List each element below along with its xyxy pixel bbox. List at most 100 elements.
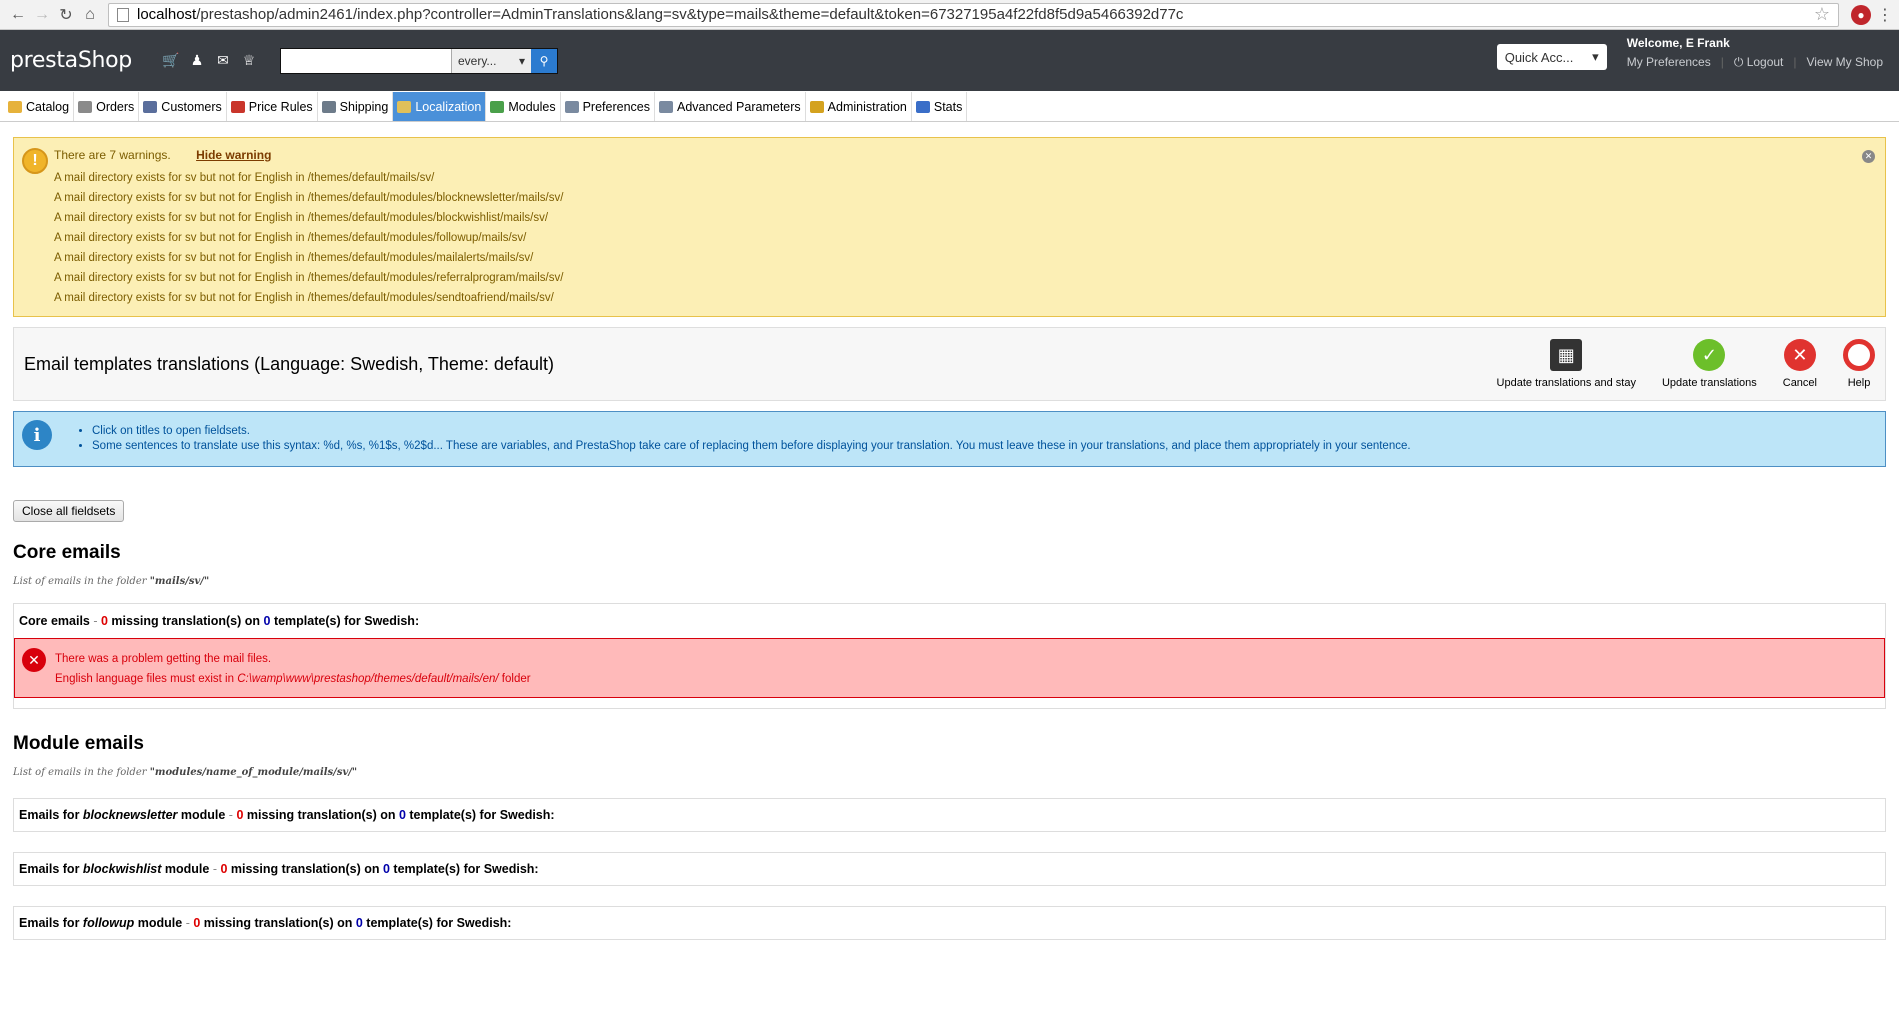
module-fieldset-blocknewsletter: Emails for blocknewsletter module - 0 mi… xyxy=(13,798,1886,832)
chevron-down-icon: ▾ xyxy=(1592,49,1599,64)
welcome-block: Welcome, E Frank My Preferences | ⏻ Logo… xyxy=(1627,36,1883,70)
warning-line: A mail directory exists for sv but not f… xyxy=(54,172,435,184)
home-icon[interactable]: ⌂ xyxy=(78,3,102,27)
browser-menu-icon[interactable]: ⋮ xyxy=(1877,5,1893,25)
warning-line: A mail directory exists for sv but not f… xyxy=(54,192,564,204)
tab-label: Modules xyxy=(508,99,556,114)
module-fieldset-title[interactable]: Emails for followup module - 0 missing t… xyxy=(14,907,1885,939)
tab-advanced-parameters[interactable]: Advanced Parameters xyxy=(655,92,806,121)
warning-line: A mail directory exists for sv but not f… xyxy=(54,252,534,264)
address-bar[interactable]: localhost/prestashop/admin2461/index.php… xyxy=(108,2,1839,27)
page-title: Email templates translations (Language: … xyxy=(24,353,554,374)
module-fieldsets: Emails for blocknewsletter module - 0 mi… xyxy=(13,798,1886,940)
help-button[interactable]: Help xyxy=(1843,339,1875,389)
tab-label: Price Rules xyxy=(248,99,313,114)
tab-administration[interactable]: Administration xyxy=(806,92,912,121)
tab-label: Preferences xyxy=(582,99,650,114)
quick-access-select[interactable]: Quick Acc... ▾ xyxy=(1496,44,1607,70)
header-right: Quick Acc... ▾ Welcome, E Frank My Prefe… xyxy=(1496,36,1883,70)
tab-price-rules[interactable]: Price Rules xyxy=(227,92,318,121)
admin-header: prestaShop 🛒 ♟ ✉ ♕ every... ▾ ⚲ Quick Ac… xyxy=(0,30,1899,91)
forward-arrow-icon[interactable]: → xyxy=(30,3,54,27)
warning-line: A mail directory exists for sv but not f… xyxy=(54,212,549,224)
info-list: Click on titles to open fieldsets.Some s… xyxy=(74,424,1885,454)
module-fieldset-title[interactable]: Emails for blocknewsletter module - 0 mi… xyxy=(14,799,1885,831)
module-emails-title: Module emails xyxy=(13,733,144,754)
url-text: localhost/prestashop/admin2461/index.php… xyxy=(137,6,1184,23)
tab-label: Catalog xyxy=(26,99,70,114)
tab-modules[interactable]: Modules xyxy=(486,92,561,121)
messages-icon[interactable]: ✉ xyxy=(214,52,232,69)
module-fieldset-title[interactable]: Emails for blockwishlist module - 0 miss… xyxy=(14,853,1885,885)
search-icon: ⚲ xyxy=(539,53,549,68)
warning-box: ! ✕ There are 7 warnings. Hide warning A… xyxy=(13,137,1886,317)
page-icon xyxy=(117,7,129,22)
close-all-fieldsets-button[interactable]: Close all fieldsets xyxy=(13,500,125,522)
administration-icon xyxy=(809,100,824,113)
stats-icon xyxy=(915,100,930,113)
info-box: i Click on titles to open fieldsets.Some… xyxy=(13,411,1886,467)
save-disk-icon: ▦ xyxy=(1550,339,1583,371)
core-emails-fieldset-title[interactable]: Core emails - 0 missing translation(s) o… xyxy=(14,604,1885,638)
preferences-icon xyxy=(564,100,579,113)
search-button[interactable]: ⚲ xyxy=(530,48,557,73)
core-emails-subtitle: List of emails in the folder "mails/sv/" xyxy=(13,576,210,587)
welcome-text: Welcome, E Frank xyxy=(1626,36,1730,50)
search-input[interactable] xyxy=(280,48,451,73)
modules-icon xyxy=(490,100,505,113)
core-emails-title: Core emails xyxy=(13,542,121,563)
page-toolbar: Email templates translations (Language: … xyxy=(13,327,1886,401)
tab-label: Localization xyxy=(415,99,482,114)
info-line: Some sentences to translate use this syn… xyxy=(92,439,1885,454)
tab-stats[interactable]: Stats xyxy=(912,92,968,121)
separator: | xyxy=(1793,55,1797,69)
reload-icon[interactable]: ↻ xyxy=(54,3,78,27)
prestashop-logo[interactable]: prestaShop xyxy=(10,48,132,73)
lifebuoy-icon xyxy=(1843,339,1875,371)
warning-icon: ! xyxy=(22,148,48,174)
tab-customers[interactable]: Customers xyxy=(139,92,227,121)
tab-label: Customers xyxy=(161,99,222,114)
chevron-down-icon: ▾ xyxy=(518,53,525,68)
admin-search: every... ▾ ⚲ xyxy=(279,47,558,74)
catalog-icon xyxy=(8,100,22,113)
customers-icon[interactable]: ♟ xyxy=(188,52,206,69)
error-detail: English language files must exist in C:\… xyxy=(55,673,531,685)
close-icon[interactable]: ✕ xyxy=(1862,150,1875,163)
my-preferences-link[interactable]: My Preferences xyxy=(1627,55,1711,70)
view-shop-link[interactable]: View My Shop xyxy=(1807,55,1883,70)
search-scope-select[interactable]: every... ▾ xyxy=(450,48,531,73)
tab-label: Stats xyxy=(933,99,963,114)
back-arrow-icon[interactable]: ← xyxy=(6,3,30,27)
quick-icons: 🛒 ♟ ✉ ♕ xyxy=(162,52,258,69)
update-and-stay-button[interactable]: ▦ Update translations and stay xyxy=(1497,339,1636,389)
warning-line: A mail directory exists for sv but not f… xyxy=(54,292,554,304)
power-icon: ⏻ xyxy=(1733,55,1747,69)
warning-title: There are 7 warnings. Hide warning xyxy=(54,148,1885,162)
tab-catalog[interactable]: Catalog xyxy=(4,92,75,121)
hide-warning-link[interactable]: Hide warning xyxy=(196,148,271,162)
module-fieldset-followup: Emails for followup module - 0 missing t… xyxy=(13,906,1886,940)
tab-label: Advanced Parameters xyxy=(676,99,801,114)
browser-toolbar: ← → ↻ ⌂ localhost/prestashop/admin2461/i… xyxy=(0,0,1899,30)
warning-list: A mail directory exists for sv but not f… xyxy=(54,168,1885,308)
separator: | xyxy=(1720,55,1724,69)
update-translations-label: Update translations xyxy=(1661,377,1757,389)
tab-shipping[interactable]: Shipping xyxy=(318,92,394,121)
bookmark-star-icon[interactable]: ☆ xyxy=(1814,4,1830,25)
error-title: There was a problem getting the mail fil… xyxy=(55,653,272,665)
tab-localization[interactable]: Localization xyxy=(393,92,487,121)
toolbar-actions: ▦ Update translations and stay ✓ Update … xyxy=(1497,339,1875,389)
info-line: Click on titles to open fieldsets. xyxy=(92,424,1885,439)
tab-preferences[interactable]: Preferences xyxy=(561,92,655,121)
trophy-icon[interactable]: ♕ xyxy=(240,52,258,69)
tab-orders[interactable]: Orders xyxy=(74,92,140,121)
cart-icon[interactable]: 🛒 xyxy=(162,52,180,69)
update-translations-button[interactable]: ✓ Update translations xyxy=(1662,339,1757,389)
logout-label: Logout xyxy=(1746,55,1784,69)
extension-icon[interactable]: ● xyxy=(1851,4,1871,25)
logout-link[interactable]: ⏻ Logout xyxy=(1734,55,1784,70)
shipping-icon xyxy=(321,100,336,113)
cancel-button[interactable]: ✕ Cancel xyxy=(1783,339,1817,389)
core-emails-fieldset: Core emails - 0 missing translation(s) o… xyxy=(13,603,1886,709)
